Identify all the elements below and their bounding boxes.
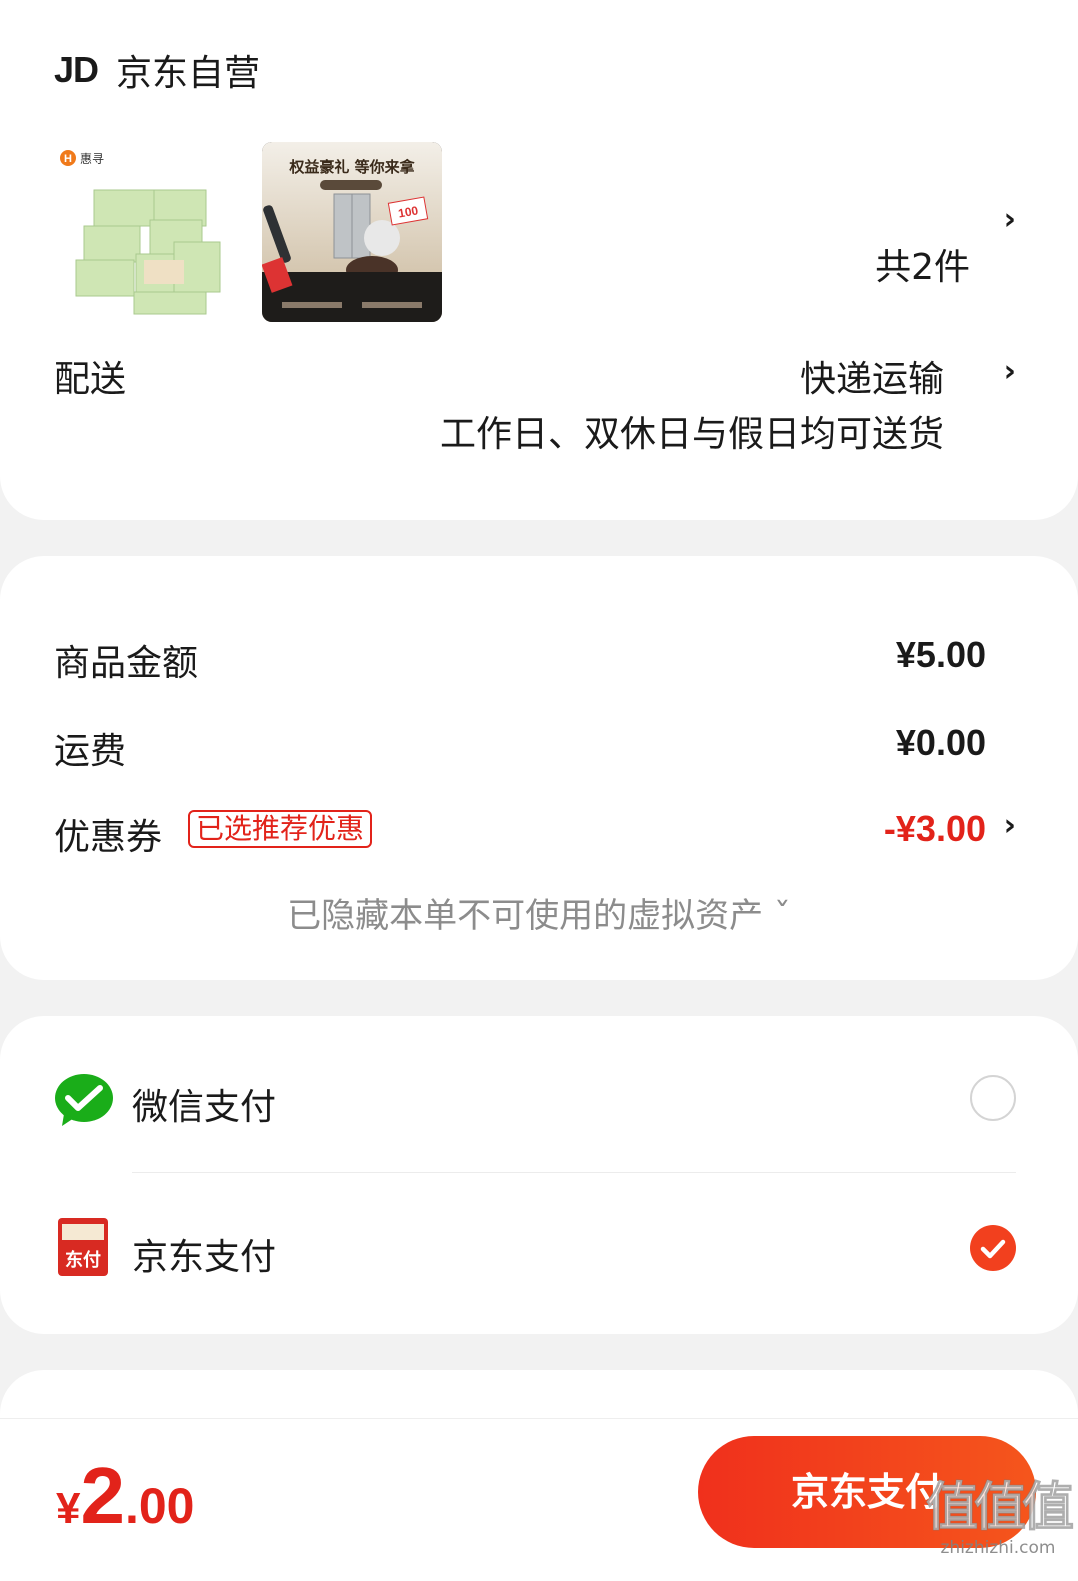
product-thumbnail-midea[interactable]: 权益豪礼 等你来拿 100: [262, 142, 442, 322]
jd-logo: JD: [54, 49, 99, 90]
watermark: 值值值 zhizhizhi.com: [918, 1480, 1078, 1580]
promo-headline: 权益豪礼 等你来拿: [288, 158, 415, 176]
delivery-note: 工作日、双休日与假日均可送货: [439, 414, 944, 455]
chevron-right-icon[interactable]: ›: [1004, 808, 1016, 843]
coupon-tag: 已选推荐优惠: [188, 810, 373, 848]
currency-symbol: ¥: [56, 1484, 81, 1533]
shop-header[interactable]: JD 京东自营: [54, 49, 260, 94]
total-decimal: .00: [124, 1478, 195, 1534]
total-price: ¥2.00: [56, 1450, 195, 1542]
delivery-method[interactable]: 快递运输: [800, 350, 944, 402]
svg-text:H: H: [64, 153, 72, 165]
jd-pay-icon: 东付: [58, 1218, 108, 1276]
delivery-label: 配送: [54, 359, 127, 400]
checkmark-icon: [980, 1239, 1006, 1259]
hidden-assets-toggle[interactable]: 已隐藏本单不可使用的虚拟资产 ˇ: [0, 888, 1078, 937]
tissue-pack-image: H 惠寻: [54, 142, 234, 322]
wechat-pay-radio[interactable]: [970, 1075, 1016, 1121]
watermark-logo: 值值值: [925, 1478, 1074, 1538]
product-thumbnail-tissue[interactable]: H 惠寻: [54, 142, 234, 322]
chevron-right-icon[interactable]: ›: [1004, 354, 1016, 389]
coupon-value[interactable]: -¥3.00: [884, 808, 986, 850]
item-count[interactable]: 共2件: [875, 238, 970, 290]
brand-label: 惠寻: [80, 152, 104, 166]
jd-pay-radio-checked[interactable]: [970, 1225, 1016, 1271]
total-integer: 2: [80, 1451, 125, 1540]
payment-divider: [132, 1172, 1016, 1173]
goods-amount-value: ¥5.00: [895, 634, 986, 675]
shop-name: 京东自营: [116, 53, 261, 94]
shipping-value: ¥0.00: [895, 722, 986, 763]
payment-card: [0, 1016, 1078, 1334]
jd-pay-label[interactable]: 京东支付: [132, 1228, 276, 1280]
watermark-url: zhizhizhi.com: [940, 1538, 1056, 1558]
goods-amount-label: 商品金额: [54, 643, 199, 684]
jd-pay-icon-text: 东付: [65, 1249, 101, 1271]
shipping-label: 运费: [54, 731, 127, 772]
wechat-pay-icon: [54, 1072, 114, 1128]
coupon-label: 优惠券: [54, 817, 163, 858]
midea-promo-image: 权益豪礼 等你来拿 100: [262, 142, 442, 322]
wechat-pay-label[interactable]: 微信支付: [132, 1078, 276, 1130]
chevron-right-icon[interactable]: ›: [1004, 202, 1016, 237]
